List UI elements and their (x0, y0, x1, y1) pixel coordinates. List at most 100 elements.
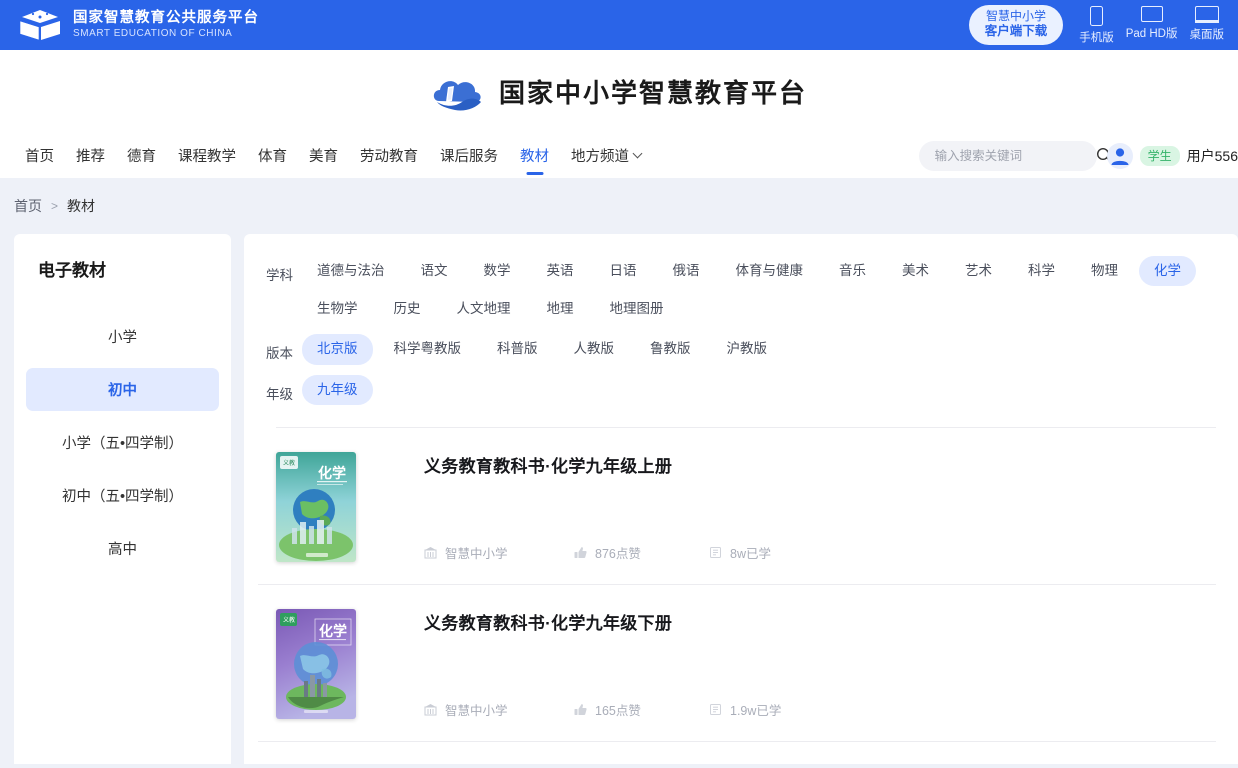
nav-item-recommend[interactable]: 推荐 (65, 133, 116, 178)
chip-label: 科学 (1028, 263, 1055, 278)
nav-item-local-channel[interactable]: 地方频道 (560, 133, 652, 178)
list-item[interactable]: 义教 化学 义务教育教科书·化学九年级上册 智慧中小学 876点赞 8w已学 (258, 428, 1216, 585)
nav-item-textbooks[interactable]: 教材 (509, 133, 560, 178)
filter-group-edition: 版本 北京版 科学粤教版 科普版 人教版 鲁教版 沪教版 (258, 334, 1216, 372)
filter-group-subject: 学科 道德与法治 语文 数学 英语 日语 俄语 体育与健康 音乐 美术 艺术 科… (258, 256, 1216, 332)
filter-chip-renjiao-edition[interactable]: 人教版 (559, 334, 630, 364)
avatar[interactable] (1106, 142, 1133, 169)
search-box[interactable] (918, 140, 1112, 171)
filter-chip-kepu-edition[interactable]: 科普版 (482, 334, 553, 364)
user-area[interactable]: 学生 用户556 (1106, 142, 1238, 169)
device-link-phone[interactable]: 手机版 (1079, 5, 1114, 45)
book-likes: 165点赞 (574, 700, 709, 719)
device-label-phone: 手机版 (1079, 31, 1114, 44)
study-book-icon (710, 703, 721, 715)
filter-chip-biology[interactable]: 生物学 (302, 294, 373, 324)
platform-brand-logo[interactable]: 国家智慧教育公共服务平台 SMART EDUCATION OF CHINA (18, 8, 259, 42)
chip-label: 体育与健康 (735, 263, 804, 278)
client-download-button[interactable]: 智慧中小学 客户端下载 (968, 5, 1064, 45)
institution-icon (424, 703, 437, 716)
client-download-line1: 智慧中小学 (985, 9, 1046, 24)
likes-label: 165点赞 (595, 703, 641, 718)
filter-chip-kexue-yuejiao-edition[interactable]: 科学粤教版 (379, 334, 477, 364)
book-likes: 876点赞 (574, 543, 709, 562)
filter-label-grade: 年级 (266, 386, 293, 402)
chip-label: 生物学 (317, 301, 358, 317)
nav-item-after-school-service[interactable]: 课后服务 (429, 133, 509, 178)
sidebar-item-junior-high[interactable]: 初中 (26, 368, 219, 411)
filter-options-edition: 北京版 科学粤教版 科普版 人教版 鲁教版 沪教版 (302, 334, 1216, 372)
book-title: 义务教育教科书·化学九年级下册 (424, 613, 673, 633)
filter-chip-geography-atlas[interactable]: 地理图册 (595, 294, 679, 324)
nav-item-physical-education[interactable]: 体育 (247, 133, 298, 178)
filter-chip-grade-9[interactable]: 九年级 (302, 374, 373, 405)
nav-item-list: 首页 推荐 德育 课程教学 体育 美育 劳动教育 课后服务 教材 地方频道 (14, 133, 652, 178)
chip-label: 物理 (1091, 263, 1118, 278)
sidebar-item-senior-high[interactable]: 高中 (26, 527, 219, 570)
device-link-desktop[interactable]: 桌面版 (1189, 5, 1225, 42)
filter-chip-geography[interactable]: 地理 (532, 294, 589, 324)
page-title: 国家中小学智慧教育平台 (498, 79, 807, 109)
svg-text:义教: 义教 (283, 459, 295, 467)
filter-chip-hujiao-edition[interactable]: 沪教版 (712, 334, 783, 364)
filter-chip-music[interactable]: 音乐 (824, 256, 881, 286)
filter-chip-science[interactable]: 科学 (1013, 256, 1070, 286)
book-title: 义务教育教科书·化学九年级上册 (424, 456, 673, 476)
nav-item-labor-education[interactable]: 劳动教育 (349, 133, 429, 178)
filter-chip-english[interactable]: 英语 (532, 256, 589, 286)
book-info: 义务教育教科书·化学九年级上册 智慧中小学 876点赞 8w已学 (424, 452, 1216, 562)
chip-label: 日语 (609, 263, 637, 278)
client-download-line2: 客户端下载 (984, 24, 1048, 39)
filter-chip-lujiao-edition[interactable]: 鲁教版 (635, 334, 706, 364)
status-badge: 学生 (1139, 145, 1180, 166)
sidebar-item-junior-high-54[interactable]: 初中（五•四学制） (26, 474, 219, 517)
filter-options-grade: 九年级 (302, 374, 1216, 413)
svg-text:化学: 化学 (319, 623, 347, 640)
study-book-icon (710, 546, 721, 558)
filter-chip-chemistry[interactable]: 化学 (1139, 256, 1196, 287)
sidebar-item-label: 小学 (108, 330, 137, 346)
nav-label: 地方频道 (571, 149, 629, 165)
nav-item-aesthetic-education[interactable]: 美育 (298, 133, 349, 178)
device-label-desktop: 桌面版 (1189, 28, 1225, 41)
filter-chip-japanese[interactable]: 日语 (595, 256, 652, 286)
svg-text:义教: 义教 (283, 616, 295, 624)
nav-item-moral-education[interactable]: 德育 (116, 133, 167, 178)
filter-options-subject: 道德与法治 语文 数学 英语 日语 俄语 体育与健康 音乐 美术 艺术 科学 物… (302, 256, 1216, 332)
filter-chip-fine-art[interactable]: 美术 (887, 256, 944, 286)
chip-label: 地理 (546, 301, 574, 317)
filter-chip-chinese[interactable]: 语文 (406, 256, 463, 286)
nav-item-home[interactable]: 首页 (14, 133, 65, 178)
sidebar-item-label: 小学（五•四学制） (61, 436, 184, 452)
filter-group-grade: 年级 九年级 (258, 374, 1216, 413)
filter-chip-pe-health[interactable]: 体育与健康 (721, 256, 819, 286)
filter-chip-human-geography[interactable]: 人文地理 (442, 294, 526, 324)
chip-label: 化学 (1154, 263, 1181, 278)
list-item[interactable]: 义教 化学 义务教育教科书·化学九年级下册 智慧中小学 165点赞 1.9w已学 (258, 585, 1216, 742)
cloud-book-logo-icon (431, 71, 485, 113)
device-label-pad: Pad HD版 (1125, 27, 1178, 40)
search-input[interactable] (934, 148, 1096, 163)
likes-label: 876点赞 (595, 546, 641, 561)
sidebar-item-label: 高中 (108, 542, 137, 558)
filter-chip-russian[interactable]: 俄语 (658, 256, 715, 286)
filter-chip-math[interactable]: 数学 (469, 256, 526, 286)
book-cover: 义教 化学 (276, 608, 356, 719)
breadcrumb: 首页 > 教材 (0, 178, 1238, 234)
sidebar-item-primary[interactable]: 小学 (26, 315, 219, 358)
filter-chip-beijing-edition[interactable]: 北京版 (302, 334, 373, 365)
filter-chip-physics[interactable]: 物理 (1076, 256, 1133, 286)
filter-chip-moral-law[interactable]: 道德与法治 (302, 256, 400, 286)
breadcrumb-home[interactable]: 首页 (14, 196, 42, 216)
nav-item-course-teaching[interactable]: 课程教学 (167, 133, 247, 178)
device-link-pad[interactable]: Pad HD版 (1125, 5, 1178, 41)
sidebar-item-primary-54[interactable]: 小学（五•四学制） (26, 421, 219, 464)
book-cover: 义教 化学 (276, 451, 356, 562)
user-avatar-icon (1111, 147, 1129, 165)
nav-label: 首页 (25, 149, 54, 165)
filter-chip-history[interactable]: 历史 (379, 294, 436, 324)
filter-label-edition: 版本 (266, 346, 293, 362)
book-info: 义务教育教科书·化学九年级下册 智慧中小学 165点赞 1.9w已学 (424, 609, 1216, 719)
filter-chip-art[interactable]: 艺术 (950, 256, 1007, 286)
chip-label: 科普版 (497, 341, 538, 357)
